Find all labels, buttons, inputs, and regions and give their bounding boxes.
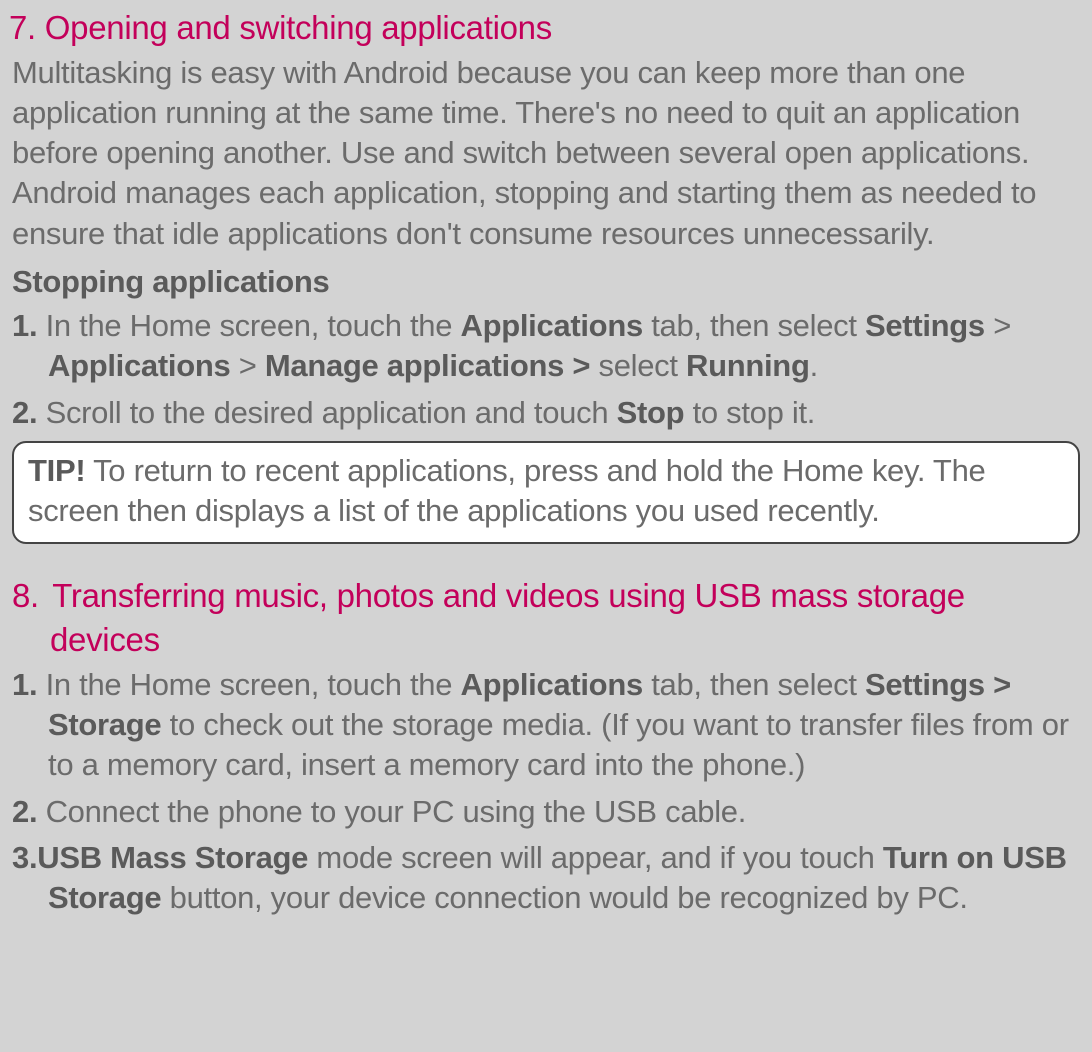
bold-applications: Applications <box>460 308 642 343</box>
list-marker: 2. <box>12 395 37 430</box>
list-marker: 1. <box>12 308 37 343</box>
bold-applications-2: Applications <box>48 348 230 383</box>
bold-settings: Settings <box>865 308 985 343</box>
section-7-heading: 7. Opening and switching applications <box>12 6 1080 51</box>
step-text: select <box>590 348 686 383</box>
step-text: tab, then select <box>643 308 865 343</box>
step-text: > <box>985 308 1011 343</box>
step-text: mode screen will appear, and if you touc… <box>308 840 883 875</box>
section-7-step-1: 1. In the Home screen, touch the Applica… <box>12 306 1080 387</box>
section-8-step-2: 2. Connect the phone to your PC using th… <box>12 792 1080 832</box>
step-text: tab, then select <box>643 667 865 702</box>
step-text: In the Home screen, touch the <box>37 667 460 702</box>
tip-label: TIP! <box>28 453 85 488</box>
bold-manage-applications: Manage applications > <box>265 348 590 383</box>
tip-text-body: To return to recent applications, press … <box>28 453 985 528</box>
stopping-applications-subheading: Stopping applications <box>12 264 1080 300</box>
section-8-step-1: 1. In the Home screen, touch the Applica… <box>12 665 1080 786</box>
step-text: to check out the storage media. (If you … <box>48 707 1069 782</box>
step-text: button, your device connection would be … <box>161 880 967 915</box>
bold-running: Running <box>686 348 810 383</box>
list-marker: 3. <box>12 840 37 875</box>
step-text: Scroll to the desired application and to… <box>37 395 616 430</box>
section-8-number: 8. <box>12 574 44 619</box>
bold-usb-mass-storage: USB Mass Storage <box>37 840 308 875</box>
section-8-heading: 8. Transferring music, photos and videos… <box>12 574 1080 663</box>
bold-applications: Applications <box>460 667 642 702</box>
step-text: to stop it. <box>684 395 815 430</box>
document-page: 7. Opening and switching applications Mu… <box>0 6 1092 918</box>
list-marker: 2. <box>12 794 37 829</box>
step-text: > <box>230 348 264 383</box>
list-marker: 1. <box>12 667 37 702</box>
section-8-step-3: 3.USB Mass Storage mode screen will appe… <box>12 838 1080 919</box>
tip-box: TIP! To return to recent applications, p… <box>12 441 1080 544</box>
step-text: Connect the phone to your PC using the U… <box>37 794 746 829</box>
step-text: In the Home screen, touch the <box>37 308 460 343</box>
tip-content: TIP! To return to recent applications, p… <box>28 453 985 528</box>
bold-stop: Stop <box>617 395 685 430</box>
section-7-steps: 1. In the Home screen, touch the Applica… <box>12 306 1080 433</box>
section-8-steps: 1. In the Home screen, touch the Applica… <box>12 665 1080 919</box>
section-8-title: Transferring music, photos and videos us… <box>44 577 965 659</box>
section-7-body: Multitasking is easy with Android becaus… <box>12 53 1080 254</box>
step-text: . <box>810 348 818 383</box>
section-7-step-2: 2. Scroll to the desired application and… <box>12 393 1080 433</box>
